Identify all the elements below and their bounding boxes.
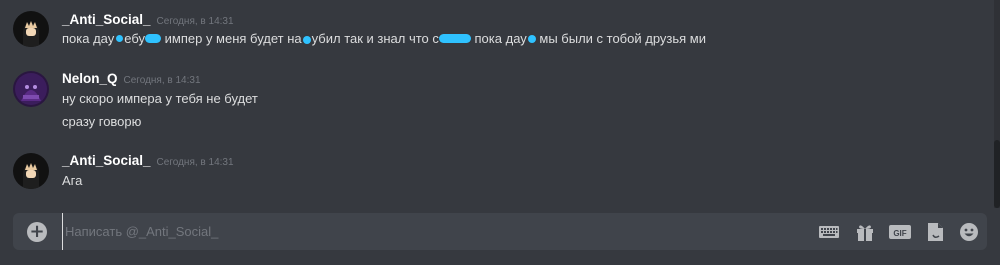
chat-messages: _Anti_Social_ Сегодня, в 14:31 пока дау еб… xyxy=(0,0,1000,208)
timestamp: Сегодня, в 14:31 xyxy=(156,157,234,168)
timestamp: Сегодня, в 14:31 xyxy=(123,75,201,86)
svg-text:GIF: GIF xyxy=(893,229,906,238)
message-text: Ага xyxy=(62,173,83,188)
message-text: сразу говорю xyxy=(62,114,142,129)
username[interactable]: Nelon_Q xyxy=(62,71,118,86)
sticker-icon[interactable] xyxy=(924,221,946,243)
redaction-mark xyxy=(527,34,536,43)
avatar[interactable] xyxy=(13,153,49,189)
message-text: пока дау ебу импер у меня будет на убил та… xyxy=(62,31,706,46)
redaction-mark xyxy=(116,35,124,43)
gift-icon[interactable] xyxy=(854,221,876,243)
message-text: ну скоро импера у тебя не будет xyxy=(62,91,258,106)
message-composer: + Написать @_Anti_Social_ GIF xyxy=(13,213,987,250)
username[interactable]: _Anti_Social_ xyxy=(62,12,151,27)
redaction-mark xyxy=(302,35,311,44)
gif-icon[interactable]: GIF xyxy=(889,221,911,243)
timestamp: Сегодня, в 14:31 xyxy=(156,16,234,27)
username[interactable]: _Anti_Social_ xyxy=(62,153,151,168)
scrollbar-thumb[interactable] xyxy=(994,140,1000,208)
avatar[interactable] xyxy=(13,11,49,47)
add-attachment-button[interactable]: + xyxy=(27,222,47,242)
redaction-mark xyxy=(145,34,162,44)
message-input[interactable]: Написать @_Anti_Social_ xyxy=(62,213,765,250)
keyboard-icon[interactable] xyxy=(818,221,840,243)
emoji-icon[interactable] xyxy=(958,221,980,243)
avatar[interactable] xyxy=(13,71,49,107)
redaction-mark xyxy=(438,34,471,44)
